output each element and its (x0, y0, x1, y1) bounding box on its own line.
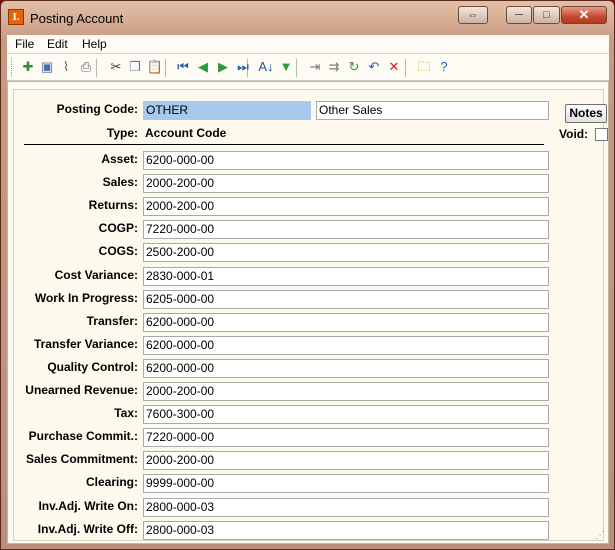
menu-edit[interactable]: Edit (47, 37, 68, 51)
inv-adj-write-off-label: Inv.Adj. Write Off: (37, 522, 138, 536)
notes-button[interactable]: Notes (565, 104, 607, 123)
transfer-variance-label: Transfer Variance: (33, 337, 138, 351)
new-record-icon[interactable]: ✚ (19, 58, 37, 76)
save-icon[interactable]: ▣ (38, 58, 56, 76)
minimize-button[interactable]: ─ (506, 6, 532, 24)
inv-adj-write-on-account-field[interactable]: 2800-000-03 (143, 498, 549, 517)
posting-code-label: Posting Code: (56, 102, 138, 116)
form-frame: Posting Code: OTHER Other Sales Notes Ty… (7, 81, 609, 544)
cogs-label: COGS: (98, 244, 138, 258)
inv-adj-write-on-label: Inv.Adj. Write On: (38, 499, 138, 513)
toolbar-separator (96, 59, 97, 77)
next-record-icon[interactable]: ▶ (214, 58, 232, 76)
posting-code-field[interactable]: OTHER (143, 101, 311, 120)
cogp-account-field[interactable]: 7220-000-00 (143, 220, 549, 239)
header-divider (24, 144, 544, 145)
tax-label: Tax: (114, 406, 138, 420)
clearing-label: Clearing: (85, 475, 138, 489)
help-icon[interactable]: ? (435, 58, 453, 76)
toolbar-separator (405, 59, 406, 77)
purchase-commit-account-field[interactable]: 7220-000-00 (143, 428, 549, 447)
toolbar-grip[interactable] (11, 58, 14, 77)
cogp-label: COGP: (98, 221, 138, 235)
first-record-icon[interactable]: ⏮ (174, 58, 192, 76)
toolbar: ✚ ▣ ⌇ ⎙ ✂ ❐ 📋 ⏮ ◀ ▶ ⏭ A↓ ▼ ⇥ ⇉ ↻ ↶ ✕ 🗀? (7, 54, 609, 81)
title-bar[interactable]: I. Posting Account ⇔ ─ □ ✕ (1, 1, 614, 35)
asset-label: Asset: (101, 152, 138, 166)
work-in-progress-label: Work In Progress: (34, 291, 138, 305)
print-icon[interactable]: ⎙ (77, 58, 95, 76)
sort-az-icon[interactable]: A↓ (257, 58, 275, 76)
cost-variance-account-field[interactable]: 2830-000-01 (143, 267, 549, 286)
clearing-account-field[interactable]: 9999-000-00 (143, 474, 549, 493)
restore-arrows-icon[interactable]: ⇔ (458, 6, 488, 24)
posting-account-window: I. Posting Account ⇔ ─ □ ✕ File Edit Hel… (0, 0, 615, 550)
cogs-account-field[interactable]: 2500-200-00 (143, 243, 549, 262)
sales-label: Sales: (102, 175, 138, 189)
paste-icon[interactable]: 📋 (146, 58, 164, 76)
copy-icon[interactable]: ❐ (126, 58, 144, 76)
menu-bar: File Edit Help (7, 35, 609, 54)
quality-control-label: Quality Control: (47, 360, 138, 374)
delete-icon[interactable]: ✕ (385, 58, 403, 76)
toolbar-separator (296, 59, 297, 77)
void-checkbox[interactable] (595, 128, 608, 141)
type-value: Account Code (145, 126, 227, 140)
work-in-progress-account-field[interactable]: 6205-000-00 (143, 290, 549, 309)
sales-account-field[interactable]: 2000-200-00 (143, 174, 549, 193)
void-label: Void: (559, 127, 589, 141)
form-panel: Posting Code: OTHER Other Sales Notes Ty… (13, 89, 608, 541)
app-icon: I. (8, 9, 24, 25)
tax-account-field[interactable]: 7600-300-00 (143, 405, 549, 424)
asset-account-field[interactable]: 6200-000-00 (143, 151, 549, 170)
maximize-button[interactable]: □ (533, 6, 560, 24)
last-record-icon[interactable]: ⏭ (234, 58, 252, 76)
unearned-revenue-account-field[interactable]: 2000-200-00 (143, 382, 549, 401)
open-folder-icon[interactable]: 🗀 (415, 58, 433, 76)
toolbar-separator (165, 59, 166, 77)
append-row-icon[interactable]: ⇉ (325, 58, 343, 76)
sales-commitment-account-field[interactable]: 2000-200-00 (143, 451, 549, 470)
quality-control-account-field[interactable]: 6200-000-00 (143, 359, 549, 378)
resize-grip-icon[interactable]: ⋰ (595, 530, 607, 542)
returns-label: Returns: (88, 198, 138, 212)
cost-variance-label: Cost Variance: (54, 268, 138, 282)
menu-help[interactable]: Help (82, 37, 107, 51)
inv-adj-write-off-account-field[interactable]: 2800-000-03 (143, 521, 549, 540)
previous-record-icon[interactable]: ◀ (194, 58, 212, 76)
filter-icon[interactable]: ▼ (277, 58, 295, 76)
unearned-revenue-label: Unearned Revenue: (25, 383, 138, 397)
window-title: Posting Account (30, 11, 124, 26)
undo-icon[interactable]: ↶ (365, 58, 383, 76)
purchase-commit-label: Purchase Commit.: (28, 429, 138, 443)
attach-icon[interactable]: ⌇ (57, 58, 75, 76)
type-label: Type: (106, 126, 138, 140)
menu-file[interactable]: File (15, 37, 34, 51)
transfer-label: Transfer: (86, 314, 138, 328)
description-field[interactable]: Other Sales (316, 101, 549, 120)
insert-row-icon[interactable]: ⇥ (306, 58, 324, 76)
transfer-account-field[interactable]: 6200-000-00 (143, 313, 549, 332)
transfer-variance-account-field[interactable]: 6200-000-00 (143, 336, 549, 355)
close-button[interactable]: ✕ (561, 6, 607, 24)
returns-account-field[interactable]: 2000-200-00 (143, 197, 549, 216)
cut-icon[interactable]: ✂ (107, 58, 125, 76)
refresh-icon[interactable]: ↻ (345, 58, 363, 76)
sales-commitment-label: Sales Commitment: (25, 452, 138, 466)
